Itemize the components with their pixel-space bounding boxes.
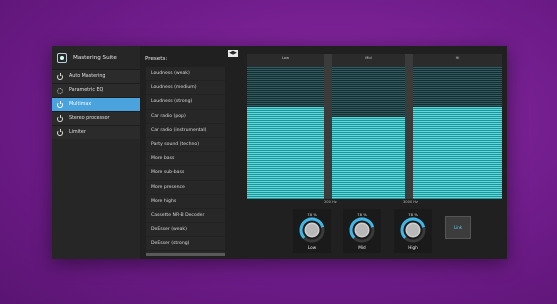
sidebar-item-label: Limiter	[69, 130, 86, 135]
sidebar-item-limiter[interactable]: Limiter	[52, 125, 140, 139]
preset-item[interactable]: DeEsser (weak)	[146, 223, 225, 238]
band-low[interactable]: Low	[247, 54, 324, 199]
sidebar-item-stereo-processor[interactable]: Stereo processor	[52, 111, 140, 125]
sidebar: Mastering Suite Auto Mastering Parametri…	[52, 46, 140, 259]
sidebar-item-auto-mastering[interactable]: Auto Mastering	[52, 69, 140, 83]
band-level-fill[interactable]	[413, 106, 502, 199]
sidebar-item-parametric-eq[interactable]: Parametric EQ	[52, 83, 140, 97]
preset-item[interactable]: Car radio (instrumental)	[146, 124, 225, 138]
presets-scrollbar[interactable]	[146, 253, 225, 256]
preset-item[interactable]: Loudness (weak)	[146, 67, 225, 82]
link-button[interactable]: Link	[445, 216, 471, 239]
preset-item[interactable]: Loudness (strong)	[146, 95, 225, 110]
sidebar-item-label: Parametric EQ	[69, 88, 104, 93]
power-icon[interactable]	[57, 129, 63, 136]
sidebar-item-label: Auto Mastering	[69, 74, 106, 79]
power-icon[interactable]	[57, 73, 63, 80]
band-mid[interactable]: Mid	[332, 54, 405, 199]
knob-low[interactable]: 78 % Low	[293, 209, 331, 253]
mastering-suite-window: Mastering Suite Auto Mastering Parametri…	[52, 46, 507, 259]
preset-item[interactable]: More sub-bass	[146, 166, 225, 181]
crossover-label-low: 200 Hz	[324, 200, 337, 204]
knob-label: High	[408, 245, 418, 250]
preset-item[interactable]: More highs	[146, 195, 225, 209]
knob-mid[interactable]: 78 % Mid	[343, 209, 381, 253]
preset-item[interactable]: Car radio (pop)	[146, 110, 225, 124]
knob-dial-icon[interactable]	[400, 217, 426, 243]
sidebar-item-label: Stereo processor	[69, 116, 110, 121]
preset-item[interactable]: More bass	[146, 152, 225, 167]
knob-dial-icon[interactable]	[349, 217, 375, 243]
knob-label: Low	[307, 245, 317, 250]
multiband-display: Low Mid Hi	[247, 54, 502, 199]
knob-label: Mid	[358, 245, 366, 250]
preset-item[interactable]: Loudness (medium)	[146, 81, 225, 96]
power-icon[interactable]	[57, 101, 63, 108]
panel-toggle-button[interactable]: ◀▶	[228, 50, 238, 57]
preset-item[interactable]: More presence	[146, 181, 225, 195]
crossover-handle-mid-hi[interactable]	[405, 54, 413, 199]
presets-list[interactable]: Loudness (weak) Loudness (medium) Loudne…	[146, 67, 225, 255]
band-label: Hi	[455, 56, 460, 60]
preset-item[interactable]: DeEsser (strong)	[146, 237, 225, 252]
sidebar-item-multimax[interactable]: Multimax	[52, 97, 140, 111]
app-header: Mastering Suite	[52, 50, 140, 66]
band-label: Low	[281, 56, 290, 60]
band-hi[interactable]: Hi	[413, 54, 502, 199]
power-icon[interactable]	[57, 115, 63, 122]
band-level-fill[interactable]	[247, 106, 324, 199]
band-label: Mid	[365, 56, 372, 60]
preset-item[interactable]: Cassette NR-B Decoder	[146, 209, 225, 224]
app-logo-icon	[57, 53, 67, 63]
band-level-fill[interactable]	[332, 117, 405, 199]
presets-title: Presets:	[145, 56, 168, 62]
knob-dial-icon[interactable]	[299, 217, 325, 243]
sidebar-item-label: Multimax	[69, 102, 92, 107]
crossover-handle-low-mid[interactable]	[324, 54, 332, 199]
preset-item[interactable]: Party sound (techno)	[146, 138, 225, 153]
crossover-label-high: 3000 Hz	[403, 200, 418, 204]
knob-high[interactable]: 78 % High	[394, 209, 432, 253]
app-title: Mastering Suite	[73, 55, 117, 61]
gear-icon[interactable]	[57, 87, 63, 94]
